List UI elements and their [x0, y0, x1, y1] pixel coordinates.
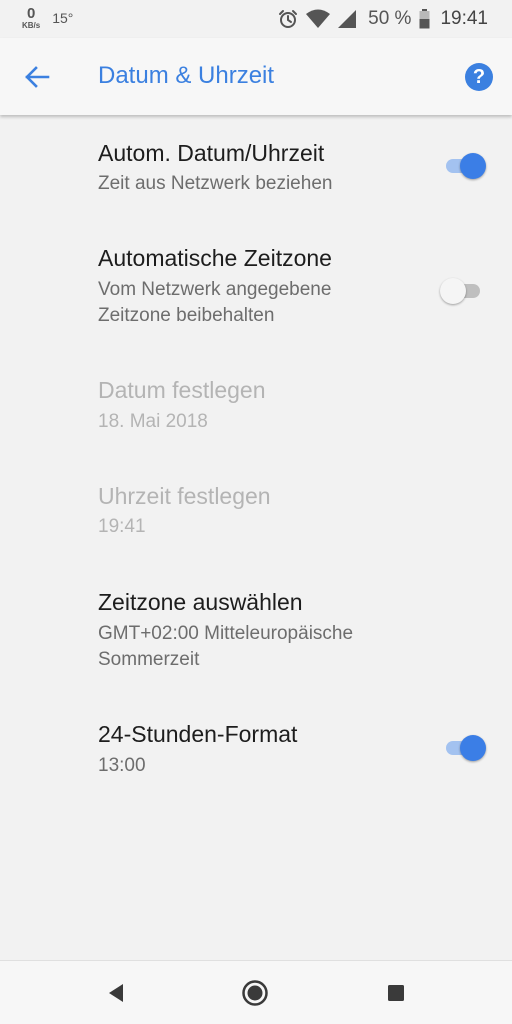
setting-auto-timezone[interactable]: Automatische Zeitzone Vom Netzwerk angeg… [0, 220, 512, 355]
battery-icon [419, 9, 430, 29]
setting-title: Autom. Datum/Uhrzeit [98, 140, 325, 166]
setting-set-date: Datum festlegen 18. Mai 2018 [0, 355, 512, 461]
setting-set-time: Uhrzeit festlegen 19:41 [0, 461, 512, 567]
24h-format-toggle[interactable] [442, 735, 486, 761]
screen: 0 KB/s 15° 50 % 19:41 Datum & Uhrzeit ? … [0, 0, 512, 1024]
setting-title: 24-Stunden-Format [98, 721, 298, 747]
nav-home-button[interactable] [239, 977, 271, 1009]
status-bar: 0 KB/s 15° 50 % 19:41 [0, 0, 512, 38]
auto-timezone-toggle[interactable] [440, 278, 486, 304]
setting-title: Automatische Zeitzone [98, 245, 332, 271]
page-title: Datum & Uhrzeit [98, 62, 275, 89]
network-speed-indicator: 0 KB/s [22, 6, 40, 30]
setting-auto-datetime[interactable]: Autom. Datum/Uhrzeit Zeit aus Netzwerk b… [0, 115, 512, 220]
setting-summary: GMT+02:00 Mitteleuropäische Sommerzeit [98, 623, 354, 670]
back-button[interactable] [22, 62, 52, 92]
toggle-thumb [460, 735, 486, 761]
app-bar: Datum & Uhrzeit ? [0, 38, 512, 115]
nav-back-button[interactable] [100, 977, 132, 1009]
help-button[interactable]: ? [465, 63, 493, 91]
arrow-back-icon [25, 66, 50, 88]
setting-title: Datum festlegen [98, 377, 266, 403]
alarm-icon [278, 9, 298, 29]
status-clock: 19:41 [440, 8, 488, 29]
wifi-icon [306, 9, 331, 29]
signal-icon [338, 10, 357, 28]
help-icon: ? [472, 65, 486, 88]
status-left: 0 KB/s 15° [22, 6, 73, 30]
setting-summary: 19:41 [98, 516, 146, 537]
toggle-thumb [440, 278, 466, 304]
network-speed-unit: KB/s [22, 21, 41, 30]
network-speed-value: 0 [26, 5, 36, 22]
setting-24h-format[interactable]: 24-Stunden-Format 13:00 [0, 699, 512, 804]
battery-percentage: 50 % [368, 8, 412, 29]
setting-title: Uhrzeit festlegen [98, 483, 271, 509]
setting-select-timezone[interactable]: Zeitzone auswählen GMT+02:00 Mitteleurop… [0, 567, 512, 699]
nav-recents-button[interactable] [380, 977, 412, 1009]
status-right: 50 % 19:41 [270, 7, 488, 31]
setting-title: Zeitzone auswählen [98, 589, 303, 615]
home-circle-icon [242, 980, 268, 1006]
recents-square-icon [388, 985, 404, 1001]
setting-summary: 13:00 [98, 755, 146, 776]
navigation-bar [0, 960, 512, 1024]
auto-datetime-toggle[interactable] [442, 153, 486, 179]
setting-summary: Zeit aus Netzwerk beziehen [98, 173, 333, 194]
back-triangle-icon [109, 984, 123, 1002]
temperature-text: 15° [52, 10, 74, 26]
toggle-thumb [460, 153, 486, 179]
setting-summary: 18. Mai 2018 [98, 411, 208, 432]
setting-summary: Vom Netzwerk angegebene Zeitzone beibeha… [98, 279, 332, 326]
